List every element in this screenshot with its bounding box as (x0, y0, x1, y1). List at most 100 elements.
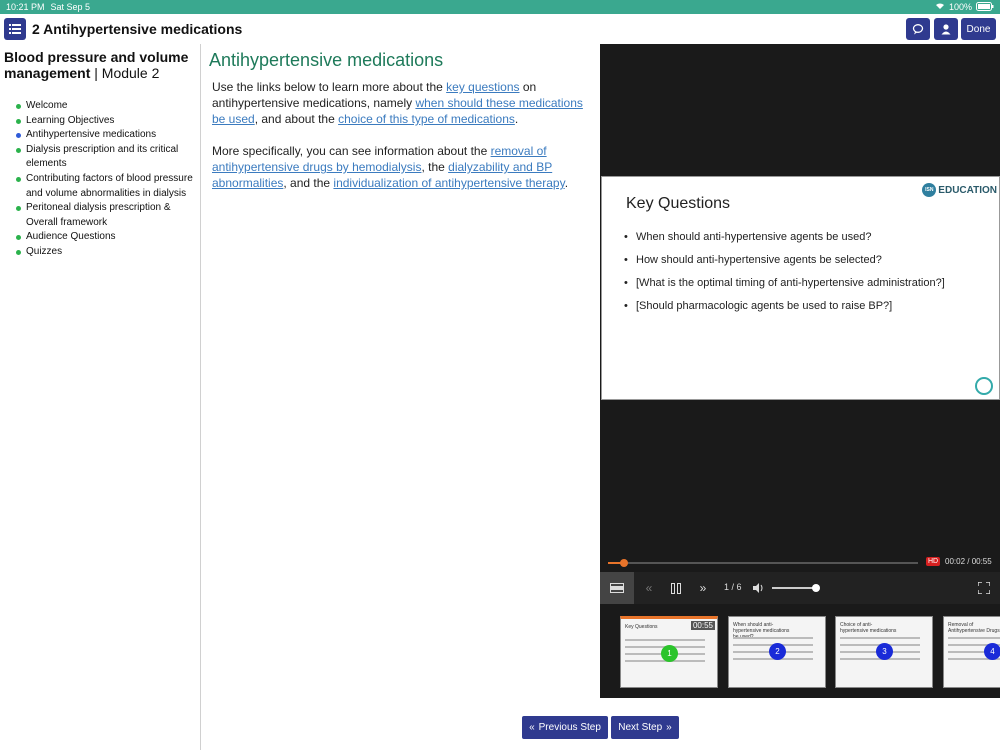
intro-paragraph: Use the links below to learn more about … (212, 79, 594, 127)
thumbnail-title: Choice of anti-hypertensive medications (840, 622, 897, 634)
text: Use the links below to learn more about … (212, 80, 447, 94)
text: More specifically, you can see informati… (212, 144, 491, 158)
module-title-rest: Module 2 (101, 65, 160, 81)
toc-item-label: Learning Objectives (26, 114, 115, 126)
status-date: Sat Sep 5 (50, 2, 91, 12)
toc-item-learning-objectives[interactable]: Learning Objectives (16, 114, 196, 129)
pause-icon (671, 582, 681, 594)
toc-item-dialysis-prescription[interactable]: Dialysis prescription and its critical e… (16, 143, 196, 172)
status-dot (16, 118, 21, 124)
status-dot (16, 249, 21, 255)
thumbnail-duration: 00:55 (690, 621, 715, 630)
hd-badge[interactable]: HD (926, 557, 941, 566)
isn-education-logo: ISN EDUCATION (922, 183, 997, 197)
main-content: Antihypertensive medications Use the lin… (209, 50, 594, 207)
next-step-label: Next Step (618, 722, 663, 733)
toc-item-antihypertensive[interactable]: Antihypertensive medications (16, 128, 196, 143)
slide-corner-logo-icon (975, 377, 993, 395)
status-dot (16, 206, 21, 212)
toc-item-label: Antihypertensive medications (26, 129, 157, 141)
thumbnail-number: 4 (984, 643, 1000, 660)
module-title-separator: | (90, 65, 102, 81)
module-title: Blood pressure and volume management | M… (4, 49, 196, 81)
status-bar: 10:21 PM Sat Sep 5 100% (0, 0, 1000, 14)
thumbnail-3[interactable]: Choice of anti-hypertensive medications … (835, 616, 933, 688)
volume-handle[interactable] (812, 584, 820, 592)
toc-item-label: Quizzes (26, 245, 63, 257)
link-individualization[interactable]: individualization of antihypertensive th… (333, 176, 564, 190)
section-heading: Antihypertensive medications (209, 50, 444, 70)
status-dot (16, 176, 21, 182)
top-bar: 2 Antihypertensive medications Done (0, 14, 1000, 44)
slide-frame: Key Questions ISN EDUCATION When should … (601, 176, 1000, 400)
slide-bullet: When should anti-hypertensive agents be … (624, 231, 945, 243)
text: , the (421, 160, 449, 174)
thumbnail-title: Removal of Antihypertensive Drugs (948, 622, 1000, 634)
status-dot (16, 147, 21, 153)
toc-item-label: Peritoneal dialysis prescription & Overa… (26, 202, 171, 228)
toc-item-label: Dialysis prescription and its critical e… (26, 143, 179, 170)
thumbnail-title: Key Questions (625, 624, 658, 630)
chat-icon (912, 24, 924, 35)
next-step-button[interactable]: Next Step» (611, 716, 679, 739)
progress-row: HD 00:02 / 00:55 (600, 554, 1000, 570)
thumbnail-1[interactable]: Key Questions 1 00:55 (620, 616, 718, 688)
rewind-button[interactable]: « (640, 572, 658, 604)
slide-bullet: [Should pharmacologic agents be used to … (624, 300, 945, 312)
status-dot (16, 235, 21, 241)
done-button[interactable]: Done (961, 18, 996, 40)
menu-button[interactable] (4, 18, 26, 40)
thumbnail-number: 2 (769, 643, 786, 660)
toc-item-label: Welcome (26, 100, 68, 111)
control-bar: « » 1 / 6 (600, 572, 1000, 604)
battery-icon (976, 1, 994, 13)
link-key-questions[interactable]: key questions (446, 80, 519, 94)
toc-item-quizzes[interactable]: Quizzes (16, 245, 196, 260)
forward-button[interactable]: » (694, 572, 712, 604)
text: . (514, 112, 519, 126)
link-choice[interactable]: choice of this type of medications (338, 112, 515, 126)
volume-slider[interactable] (772, 584, 820, 592)
text: . (564, 176, 569, 190)
previous-step-button[interactable]: «Previous Step (522, 716, 608, 739)
video-player[interactable]: Key Questions ISN EDUCATION When should … (600, 44, 1000, 698)
toc-item-label: Audience Questions (26, 231, 116, 243)
text: , and about the (254, 112, 339, 126)
toc-item-audience-questions[interactable]: Audience Questions (16, 230, 196, 245)
thumbnail-2[interactable]: When should anti-hypertensive medication… (728, 616, 826, 688)
pause-button[interactable] (666, 572, 686, 604)
slide-bullet: [What is the optimal timing of anti-hype… (624, 277, 945, 289)
time-readout: 00:02 / 00:55 (945, 557, 992, 566)
volume-icon (753, 583, 763, 593)
toc-item-contributing-factors[interactable]: Contributing factors of blood pressure a… (16, 172, 196, 201)
fullscreen-icon (978, 582, 990, 594)
isn-logo-icon: ISN (922, 183, 937, 197)
thumbnail-strip: Key Questions 1 00:55 When should anti-h… (600, 606, 1000, 698)
slide-counter: 1 / 6 (724, 582, 742, 592)
mute-button[interactable] (750, 572, 768, 604)
thumbnail-number: 3 (876, 643, 893, 660)
profile-button[interactable] (934, 18, 958, 40)
filmstrip-icon (610, 583, 624, 593)
toc-item-label: Contributing factors of blood pressure a… (26, 172, 193, 199)
thumbnail-4[interactable]: Removal of Antihypertensive Drugs 4 (943, 616, 1000, 688)
list-icon (9, 24, 21, 34)
double-chevron-right-icon: » (699, 581, 707, 595)
wifi-icon (935, 2, 945, 12)
toc-item-welcome[interactable]: Welcome (16, 99, 196, 114)
fullscreen-button[interactable] (974, 572, 994, 604)
detail-paragraph: More specifically, you can see informati… (212, 143, 594, 191)
battery-percent: 100% (948, 2, 972, 12)
seek-bar-handle[interactable] (619, 559, 628, 567)
filmstrip-toggle[interactable] (600, 572, 634, 604)
seek-bar[interactable] (608, 559, 918, 567)
slide-title: Key Questions (626, 195, 731, 212)
double-chevron-left-icon: « (529, 722, 535, 733)
toc-item-peritoneal[interactable]: Peritoneal dialysis prescription & Overa… (16, 201, 196, 230)
status-dot (16, 104, 21, 109)
double-chevron-left-icon: « (645, 581, 653, 595)
sidebar: Blood pressure and volume management | M… (0, 44, 201, 750)
comment-button[interactable] (906, 18, 930, 40)
thumbnail-number: 1 (661, 645, 678, 662)
table-of-contents: Welcome Learning Objectives Antihyperten… (4, 99, 196, 260)
